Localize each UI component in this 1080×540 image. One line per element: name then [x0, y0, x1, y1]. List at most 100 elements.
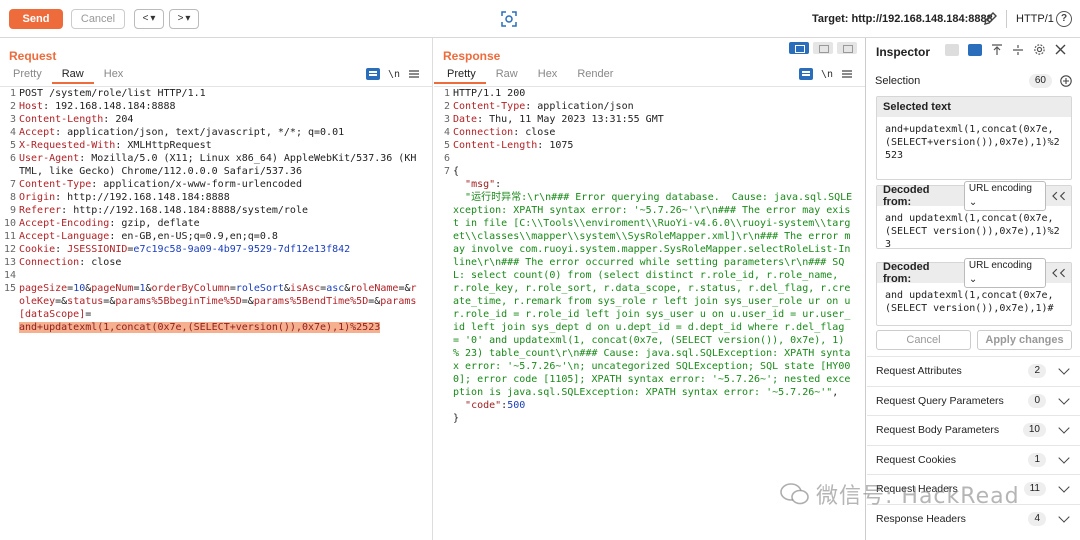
line-number: 4 [443, 127, 450, 138]
response-line: 4 Connection: close [434, 126, 865, 139]
add-icon[interactable] [1060, 75, 1072, 87]
request-tab-pretty[interactable]: Pretty [0, 66, 52, 84]
help-icon[interactable]: ? [1056, 11, 1072, 27]
inspector-section-request-query-parameters[interactable]: Request Query Parameters 0 [867, 385, 1080, 416]
request-line: 4 Accept: application/json, text/javascri… [0, 126, 432, 139]
response-tab-raw[interactable]: Raw [486, 66, 528, 84]
code-token: params%5BbeginTime%5D [115, 296, 242, 307]
request-tab-hex[interactable]: Hex [94, 66, 134, 84]
response-line: 3 Date: Thu, 11 May 2023 13:31:55 GMT [434, 113, 865, 126]
line-content: HTTP/1.1 200 [453, 87, 865, 100]
code-token: : [55, 244, 68, 255]
forward-arrow-icon: > [177, 13, 184, 24]
decoded-box-1: Decoded from: URL encoding ⌄ and updatex… [876, 181, 1072, 250]
request-editor[interactable]: 1 POST /system/role/list HTTP/1.1 2 Host: 1… [0, 86, 432, 538]
request-line: 7 Content-Type: application/x-www-form-ur… [0, 178, 432, 191]
align-center-icon[interactable] [1012, 44, 1024, 56]
decoded-value-1[interactable]: and updatexml(1,concat(0x7e,(SELECT vers… [877, 206, 1071, 250]
response-format-icon[interactable] [798, 68, 813, 80]
request-line: 5 X-Requested-With: XMLHttpRequest [0, 139, 432, 152]
response-line: 1 HTTP/1.1 200 [434, 87, 865, 100]
send-button[interactable]: Send [9, 8, 63, 29]
request-pane: Request Pretty Raw Hex \n 1 POST /system/… [0, 38, 433, 540]
inspector-layout-icon-1[interactable] [945, 43, 959, 56]
code-token: : en-GB,en-US;q=0.9,en;q=0.8 [109, 231, 278, 242]
cancel-button[interactable]: Cancel [71, 8, 125, 29]
layout-tabs-icon[interactable] [837, 42, 857, 54]
align-top-icon[interactable] [991, 43, 1003, 56]
chevron-down-icon[interactable] [1058, 393, 1070, 405]
decode-arrows-icon-2[interactable] [1051, 268, 1066, 278]
settings-gear-icon[interactable] [1033, 43, 1046, 56]
line-number: 5 [9, 140, 16, 151]
line-content: Connection: close [19, 256, 432, 269]
chevron-down-icon[interactable] [1058, 452, 1070, 464]
close-icon[interactable] [1055, 44, 1066, 55]
request-newline-icon[interactable]: \n [388, 69, 400, 80]
line-content: Accept: application/json, text/javascrip… [19, 126, 432, 139]
line-number: 10 [3, 218, 16, 229]
selection-label: Selection [875, 75, 921, 87]
line-number: 3 [9, 114, 16, 125]
request-title: Request [9, 49, 57, 63]
line-content: Content-Length: 204 [19, 113, 432, 126]
line-content [453, 152, 865, 165]
line-number: 5 [443, 140, 450, 151]
inspector-section-request-attributes[interactable]: Request Attributes 2 [867, 356, 1080, 386]
chevron-down-icon[interactable] [1058, 481, 1070, 493]
forward-button[interactable]: > ▾ [169, 8, 199, 29]
code-token: =& [368, 296, 381, 307]
line-number: 6 [443, 153, 450, 164]
code-token: HTTP/1.1 200 [453, 88, 526, 99]
response-tab-render[interactable]: Render [567, 66, 623, 84]
request-menu-icon[interactable] [408, 68, 420, 80]
code-token: Origin [19, 192, 56, 203]
request-tab-raw[interactable]: Raw [51, 66, 94, 84]
section-count: 0 [1028, 393, 1046, 408]
code-token: : 1075 [537, 140, 574, 151]
chevron-down-icon[interactable] [1058, 363, 1070, 375]
response-tab-pretty[interactable]: Pretty [434, 66, 486, 84]
request-line: 14 [0, 269, 432, 282]
response-title: Response [443, 49, 501, 63]
target-scope-icon[interactable] [500, 10, 518, 28]
decoding-type-select-1[interactable]: URL encoding ⌄ [963, 181, 1046, 211]
selected-text-value[interactable]: and+updatexml(1,concat(0x7e,(SELECT+vers… [877, 117, 1071, 179]
inspector-section-request-body-parameters[interactable]: Request Body Parameters 10 [867, 415, 1080, 445]
line-content: Date: Thu, 11 May 2023 13:31:55 GMT [453, 113, 865, 126]
inspector-section-request-cookies[interactable]: Request Cookies 1 [867, 444, 1080, 475]
apply-changes-button[interactable]: Apply changes [977, 330, 1072, 350]
line-number: 2 [443, 101, 450, 112]
inspector-section-response-headers[interactable]: Response Headers 4 [867, 503, 1080, 534]
line-content: Connection: close [453, 126, 865, 139]
layout-split-icon[interactable] [789, 42, 809, 54]
code-token: : gzip, deflate [109, 218, 200, 229]
http-version-selector[interactable]: HTTP/1 [1006, 10, 1054, 28]
code-token: Host [19, 101, 44, 112]
response-menu-icon[interactable] [841, 68, 853, 80]
layout-horizontal-icon[interactable] [813, 42, 833, 54]
response-editor[interactable]: 1 HTTP/1.1 200 2 Content-Type: application/… [434, 86, 865, 538]
inspector-panel: Inspector Selection 60 Selected text and… [867, 38, 1080, 540]
decoded-value-2[interactable]: and updatexml(1,concat(0x7e,(SELECT vers… [877, 283, 1071, 325]
response-tab-hex[interactable]: Hex [528, 66, 568, 84]
inspector-cancel-button[interactable]: Cancel [876, 330, 971, 350]
decoding-type-select-2[interactable]: URL encoding ⌄ [963, 258, 1046, 288]
response-newline-icon[interactable]: \n [821, 69, 833, 80]
code-token: : http://192.168.148.184:8888/system/rol… [61, 205, 308, 216]
line-content: Cookie: JSESSIONID=e7c19c58-9a09-4b97-95… [19, 243, 432, 256]
request-format-icon[interactable] [365, 68, 380, 80]
code-token: 500 [507, 400, 526, 411]
back-button[interactable]: < ▾ [134, 8, 164, 29]
code-token: "code" [465, 400, 502, 411]
code-token: e7c19c58-9a09-4b97-9529-7df12e13f842 [133, 244, 351, 255]
decode-arrows-icon-1[interactable] [1051, 191, 1066, 201]
chevron-down-icon[interactable] [1058, 422, 1070, 434]
back-arrow-icon: < [142, 13, 149, 24]
inspector-layout-icon-2[interactable] [968, 43, 982, 56]
section-label: Request Headers [876, 483, 958, 496]
section-label: Request Attributes [876, 365, 962, 378]
chevron-down-icon[interactable] [1058, 511, 1070, 523]
inspector-section-request-headers[interactable]: Request Headers 11 [867, 474, 1080, 504]
edit-target-icon[interactable] [982, 11, 998, 27]
